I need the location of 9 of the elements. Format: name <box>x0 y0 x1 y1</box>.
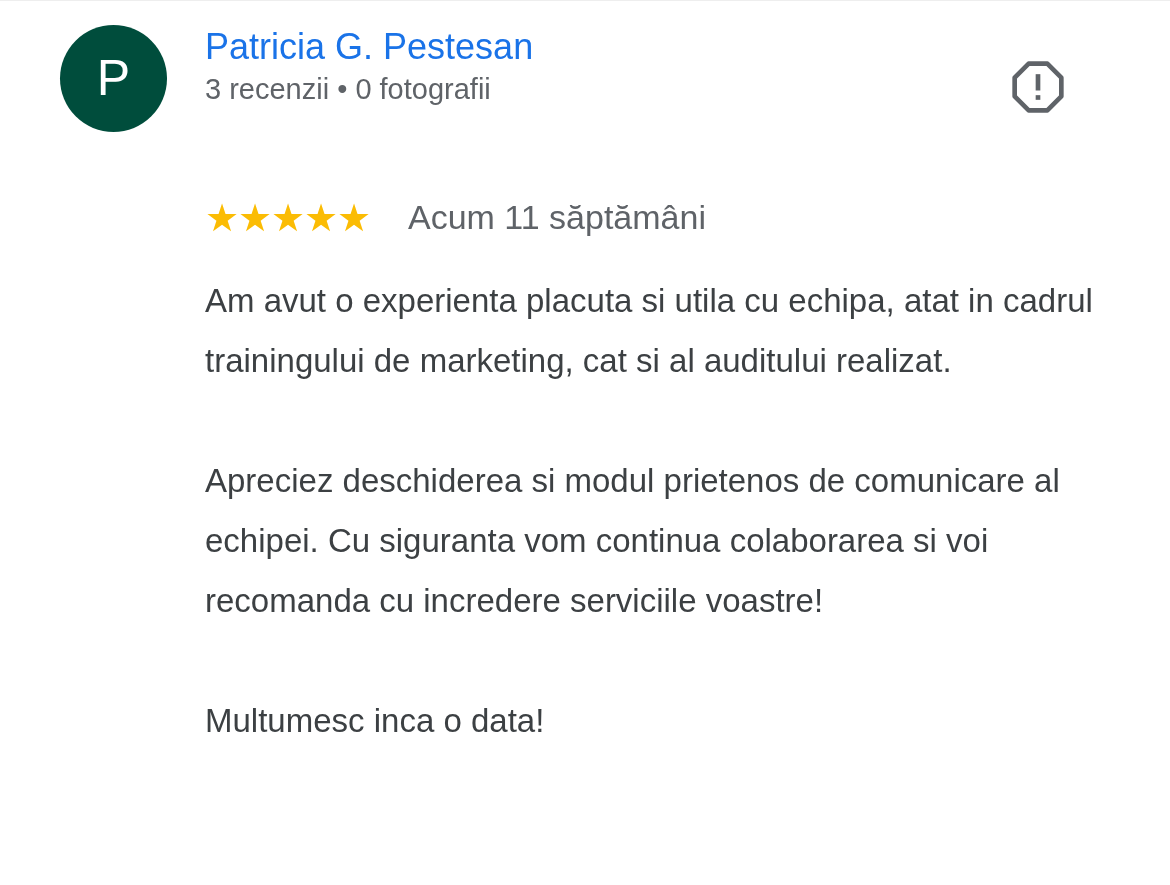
review-paragraph: Am avut o experienta placuta si utila cu echipa, atat in cadrul trainingului de marketing, cat si al auditului realizat. <box>205 281 1094 381</box>
report-icon[interactable] <box>1010 59 1066 115</box>
star-rating: ★★★★★ <box>205 198 370 237</box>
review-time: Acum 11 săptămâni <box>408 197 706 238</box>
review-paragraph: Multumesc inca o data! <box>205 701 546 741</box>
reviewer-stats: 3 recenzii • 0 fotografii <box>205 72 492 108</box>
avatar: P <box>60 25 167 132</box>
reviewer-name[interactable]: Patricia G. Pestesan <box>205 25 1010 69</box>
review-paragraph: Apreciez deschiderea si modul prietenos de comunicare al echipei. Cu siguranta vom continua colaborarea si voi recomanda cu incredere serviciile voastre! <box>205 461 1061 621</box>
